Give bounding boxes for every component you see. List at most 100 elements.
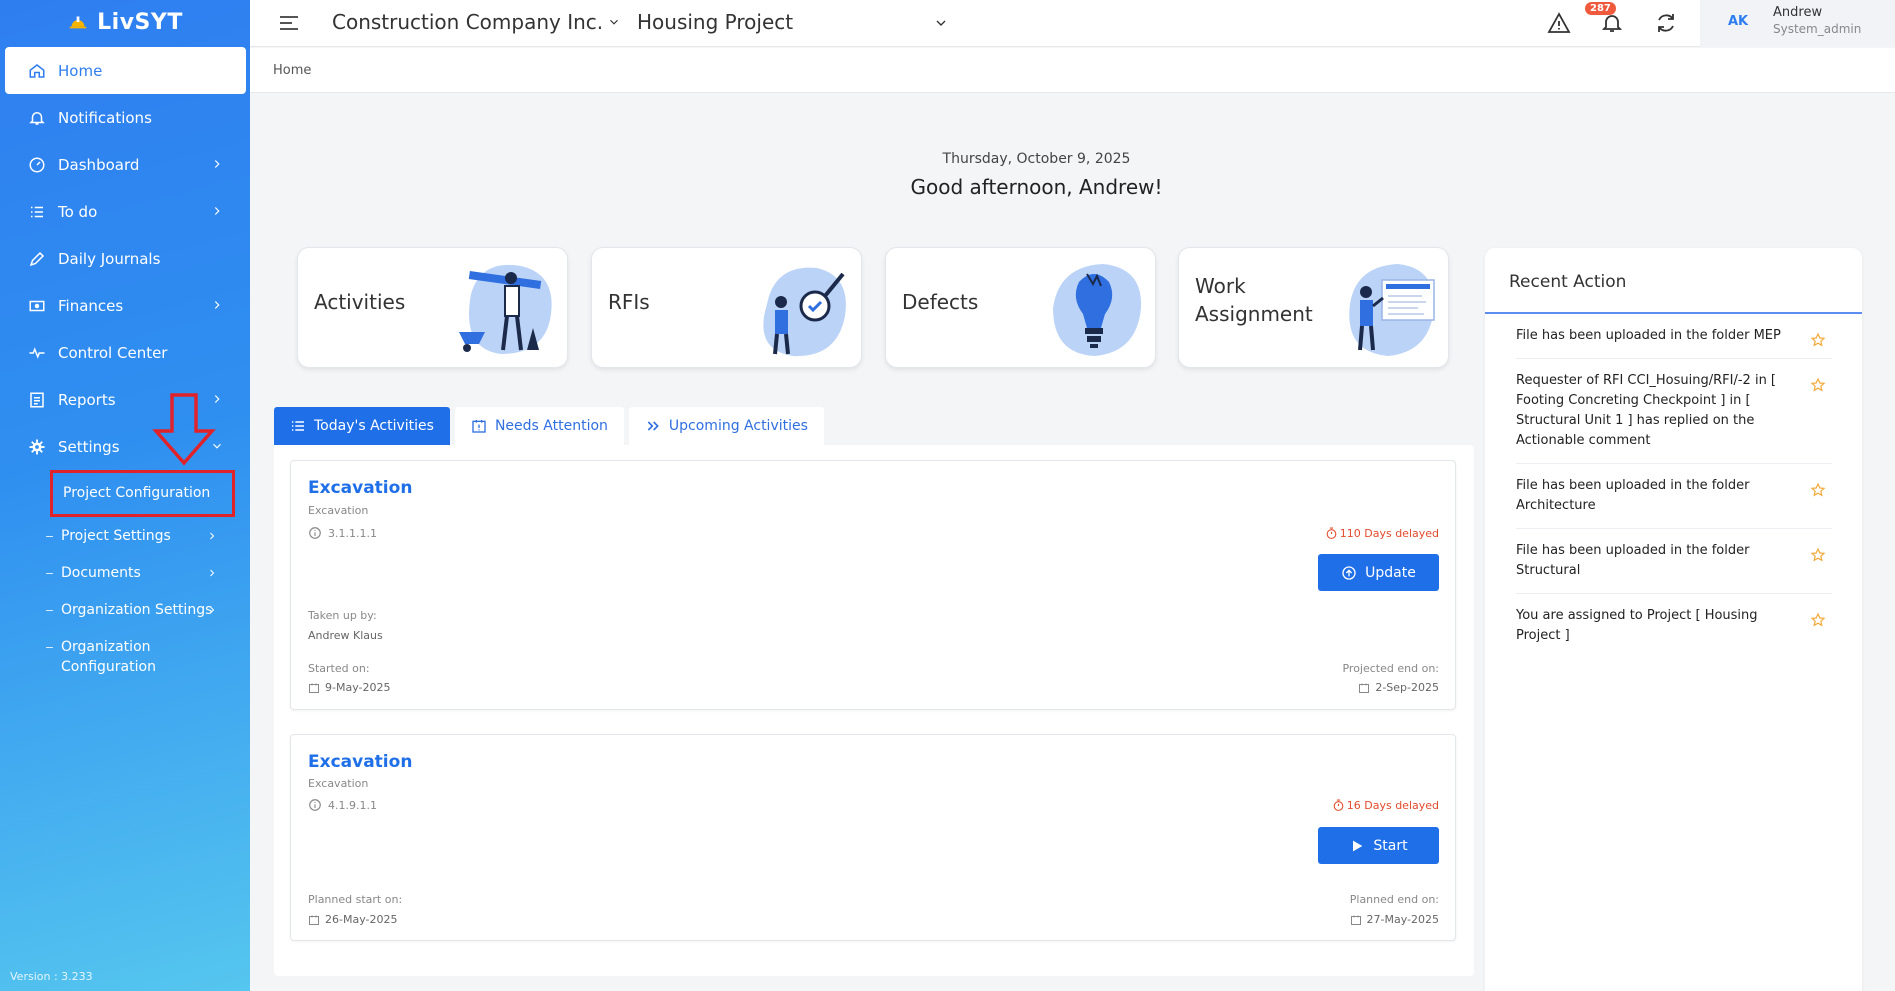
brand-logo[interactable]: LivSYT (0, 0, 250, 44)
start-label: Started on: (308, 662, 370, 675)
chevron-right-icon (210, 569, 215, 577)
card-title: RFIs (608, 290, 650, 314)
tab-needs-attention[interactable]: Needs Attention (454, 407, 624, 445)
sidebar-item-control-center[interactable]: Control Center (0, 329, 250, 376)
user-name: Andrew (1773, 5, 1823, 20)
update-button[interactable]: Update (1318, 554, 1439, 591)
recent-action-item[interactable]: Requester of RFI CCI_Hosuing/RFI/-2 in [… (1516, 359, 1832, 464)
timer-icon (1326, 527, 1337, 539)
breadcrumb[interactable]: Home (250, 48, 1895, 93)
card-title: Work Assignment (1195, 274, 1313, 326)
user-role: System_admin (1773, 22, 1862, 36)
end-value: 2-Sep-2025 (1358, 681, 1439, 694)
project-selector[interactable]: Housing Project (637, 10, 793, 34)
user-menu[interactable]: AK Andrew System_admin (1700, 0, 1895, 47)
hard-hat-icon (69, 16, 87, 29)
chevron-right-icon (214, 207, 220, 215)
pencil-icon (28, 250, 46, 268)
recent-action-item[interactable]: You are assigned to Project [ Housing Pr… (1516, 594, 1832, 658)
sub-item-project-settings[interactable]: Project Settings (0, 517, 250, 554)
star-icon[interactable] (1810, 612, 1826, 628)
company-selector[interactable]: Construction Company Inc. (332, 10, 621, 34)
card-activities[interactable]: Activities (297, 247, 568, 368)
recent-action-item[interactable]: File has been uploaded in the folder MEP (1516, 314, 1832, 359)
money-icon (28, 297, 46, 315)
presentation-illustration-icon (1349, 264, 1435, 356)
star-icon[interactable] (1810, 332, 1826, 348)
sub-item-organization-configuration[interactable]: Organization Configuration (0, 628, 200, 677)
chevron-right-icon (214, 160, 220, 168)
tab-todays-activities[interactable]: Today's Activities (274, 407, 450, 445)
chevron-right-icon (214, 301, 220, 309)
activity-name[interactable]: Excavation (308, 752, 412, 772)
sidebar-item-dashboard[interactable]: Dashboard (0, 141, 250, 188)
calendar-icon (309, 683, 319, 693)
notification-badge: 287 (1585, 2, 1616, 15)
pulse-icon (28, 344, 46, 362)
info-icon (309, 799, 321, 811)
recent-action-item[interactable]: File has been uploaded in the folder Arc… (1516, 464, 1832, 529)
sub-item-documents[interactable]: Documents (0, 554, 250, 591)
worker-illustration-icon (459, 264, 552, 354)
sidebar-item-finances[interactable]: Finances (0, 282, 250, 329)
end-value: 27-May-2025 (1350, 913, 1439, 926)
greeting-message: Good afternoon, Andrew! (910, 175, 1163, 199)
card-rfis[interactable]: RFIs (591, 247, 862, 368)
delay-status: 16 Days delayed (1332, 799, 1439, 812)
star-icon[interactable] (1810, 377, 1826, 393)
timer-icon (1333, 799, 1344, 811)
sub-item-organization-settings[interactable]: Organization Settings (0, 591, 250, 628)
activity-subtitle: Excavation (308, 777, 369, 790)
sidebar-item-todo[interactable]: To do (0, 188, 250, 235)
card-work-assignment[interactable]: Work Assignment (1178, 247, 1449, 368)
sidebar-item-home[interactable]: Home (5, 47, 246, 94)
warning-icon[interactable] (1547, 11, 1571, 35)
start-button[interactable]: Start (1318, 827, 1439, 864)
chevron-right-icon (210, 606, 215, 614)
sidebar-item-label: To do (58, 202, 98, 221)
sub-item-project-configuration[interactable]: Project Configuration (50, 470, 235, 517)
recent-action-item[interactable]: File has been uploaded in the folder Str… (1516, 529, 1832, 594)
sidebar-item-label: Reports (58, 390, 116, 409)
taken-up-value: Andrew Klaus (308, 629, 383, 642)
activity-card[interactable]: Excavation Excavation 3.1.1.1.1 110 Days… (290, 460, 1456, 710)
list-icon (292, 421, 304, 431)
activity-card[interactable]: Excavation Excavation 4.1.9.1.1 16 Days … (290, 734, 1456, 941)
info-icon (309, 527, 321, 539)
activity-name[interactable]: Excavation (308, 478, 412, 498)
card-defects[interactable]: Defects (885, 247, 1156, 368)
sidebar-item-label: Daily Journals (58, 249, 161, 268)
sidebar-item-notifications[interactable]: Notifications (0, 94, 250, 141)
sidebar-item-daily-journals[interactable]: Daily Journals (0, 235, 250, 282)
settings-submenu: Project Configuration Project Settings D… (0, 470, 250, 677)
sub-item-label: Project Configuration (63, 485, 211, 501)
company-name: Construction Company Inc. (332, 10, 604, 34)
gauge-icon (28, 156, 46, 174)
dash-marker (46, 610, 53, 611)
sidebar: LivSYT Home Notifications Dashboard To d… (0, 0, 250, 991)
sidebar-item-label: Control Center (58, 343, 168, 362)
star-icon[interactable] (1810, 482, 1826, 498)
sidebar-item-label: Home (58, 61, 103, 80)
sub-item-label: Documents (61, 565, 141, 581)
start-value: 26-May-2025 (308, 913, 397, 926)
gear-icon (28, 438, 46, 456)
topbar: Construction Company Inc. Housing Projec… (250, 0, 1895, 47)
refresh-icon[interactable] (1654, 11, 1678, 35)
tab-upcoming-activities[interactable]: Upcoming Activities (628, 407, 824, 445)
activity-code: 3.1.1.1.1 (308, 526, 377, 540)
activity-code: 4.1.9.1.1 (308, 798, 377, 812)
activity-subtitle: Excavation (308, 504, 369, 517)
calendar-icon (309, 915, 319, 925)
start-label: Planned start on: (308, 893, 403, 906)
tab-label: Today's Activities (314, 418, 434, 434)
delay-status: 110 Days delayed (1325, 527, 1439, 540)
dash-marker (46, 647, 53, 648)
taken-up-label: Taken up by: (308, 609, 377, 622)
star-icon[interactable] (1810, 547, 1826, 563)
report-icon (28, 391, 46, 409)
chevron-down-icon[interactable] (933, 15, 949, 31)
hamburger-menu-icon[interactable] (278, 13, 300, 33)
upload-circle-icon (1342, 565, 1356, 580)
card-title: Activities (314, 290, 406, 314)
